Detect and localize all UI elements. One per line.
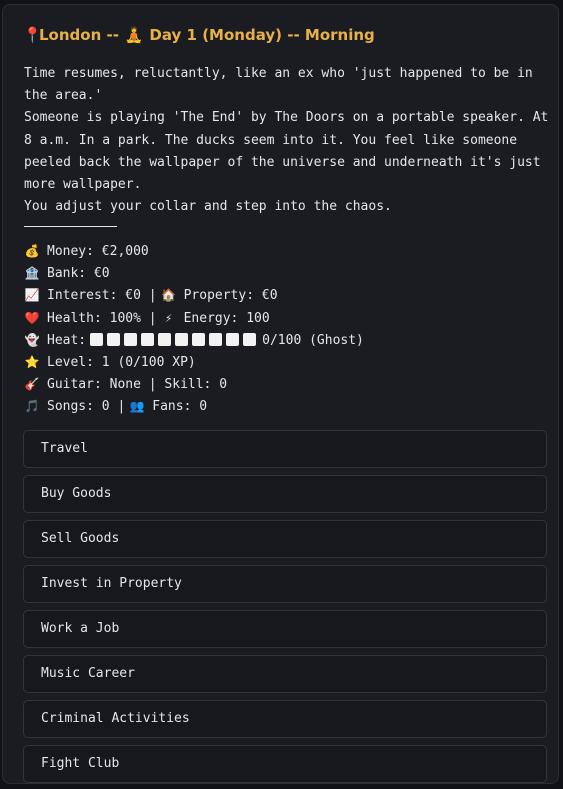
heat-meter-box: [124, 332, 138, 346]
work-job-button[interactable]: Work a Job: [23, 610, 547, 648]
heat-meter-box: [226, 332, 240, 346]
narrative-text: Time resumes, reluctantly, like an ex wh…: [24, 66, 549, 215]
stat-heat: 👻 Heat: 0/100 (Ghost): [24, 329, 552, 351]
heat-meter-box: [243, 332, 257, 346]
stat-bank: 🏦 Bank: €0: [24, 262, 552, 284]
star-icon: ⭐: [24, 354, 40, 369]
day-icon: 🧘: [124, 26, 144, 44]
people-icon: 👥: [129, 399, 145, 414]
lightning-icon: ⚡: [164, 310, 173, 325]
bank-value: €0: [93, 266, 110, 282]
invest-property-button[interactable]: Invest in Property: [23, 565, 547, 603]
health-value: 100%: [109, 310, 141, 326]
time-of-day: Morning: [304, 26, 375, 44]
stat-guitar-skill: 🎸 Guitar: None | Skill: 0: [24, 373, 552, 395]
game-card: 📍London -- 🧘 Day 1 (Monday) -- Morning T…: [2, 4, 559, 784]
interest-value: €0: [125, 288, 141, 304]
heat-meter-box: [175, 332, 189, 346]
heat-meter: [90, 330, 260, 352]
heat-meter-box: [90, 332, 104, 346]
stat-level: ⭐ Level: 1 (0/100 XP): [24, 351, 552, 373]
fight-club-button[interactable]: Fight Club: [23, 745, 547, 783]
stat-interest-property: 📈 Interest: €0 | 🏠 Property: €0: [24, 284, 552, 306]
house-icon: 🏠: [161, 288, 177, 303]
heart-icon: ❤️: [24, 310, 40, 325]
money-value: €2,000: [101, 244, 149, 259]
guitar-icon: 🎸: [24, 377, 40, 392]
fans-value: 0: [199, 399, 208, 415]
location-name: London: [39, 26, 102, 44]
level-value: 1 (0/100 XP): [101, 354, 196, 370]
header-separator: --: [106, 26, 119, 44]
divider: [24, 226, 117, 227]
heat-meter-box: [107, 332, 121, 346]
guitar-value: None: [109, 377, 141, 393]
header-separator: --: [287, 26, 300, 44]
header-title: 📍London -- 🧘 Day 1 (Monday) -- Morning: [23, 25, 375, 45]
action-menu: Travel Buy Goods Sell Goods Invest in Pr…: [23, 430, 547, 783]
money-bag-icon: 💰: [24, 244, 40, 258]
stat-songs-fans: 🎵 Songs: 0 | 👥 Fans: 0: [24, 395, 552, 417]
bank-icon: 🏦: [24, 266, 40, 281]
ghost-icon: 👻: [24, 332, 40, 347]
heat-meter-box: [209, 332, 223, 346]
travel-button[interactable]: Travel: [23, 430, 547, 468]
property-value: €0: [261, 288, 278, 304]
day-label: Day 1 (Monday): [149, 26, 282, 44]
music-career-button[interactable]: Music Career: [23, 655, 547, 693]
energy-value: 100: [246, 310, 270, 326]
heat-value: 0/100 (Ghost): [262, 332, 364, 348]
heat-meter-box: [158, 332, 172, 346]
chart-up-icon: 📈: [24, 288, 40, 303]
pin-icon: 📍: [23, 26, 42, 44]
buy-goods-button[interactable]: Buy Goods: [23, 475, 547, 513]
music-note-icon: 🎵: [24, 399, 40, 414]
heat-meter-box: [141, 332, 155, 346]
sell-goods-button[interactable]: Sell Goods: [23, 520, 547, 558]
songs-value: 0: [101, 399, 110, 415]
stats-panel: 💰 Money: €2,000 🏦 Bank: €0 📈 Interest: €0 |…: [24, 240, 552, 418]
criminal-activities-button[interactable]: Criminal Activities: [23, 700, 547, 738]
heat-meter-box: [192, 332, 206, 346]
stat-health-energy: ❤️ Health: 100% | ⚡ Energy: 100: [24, 307, 552, 329]
stat-money: 💰 Money: €2,000: [24, 240, 552, 262]
skill-value: 0: [219, 377, 228, 393]
